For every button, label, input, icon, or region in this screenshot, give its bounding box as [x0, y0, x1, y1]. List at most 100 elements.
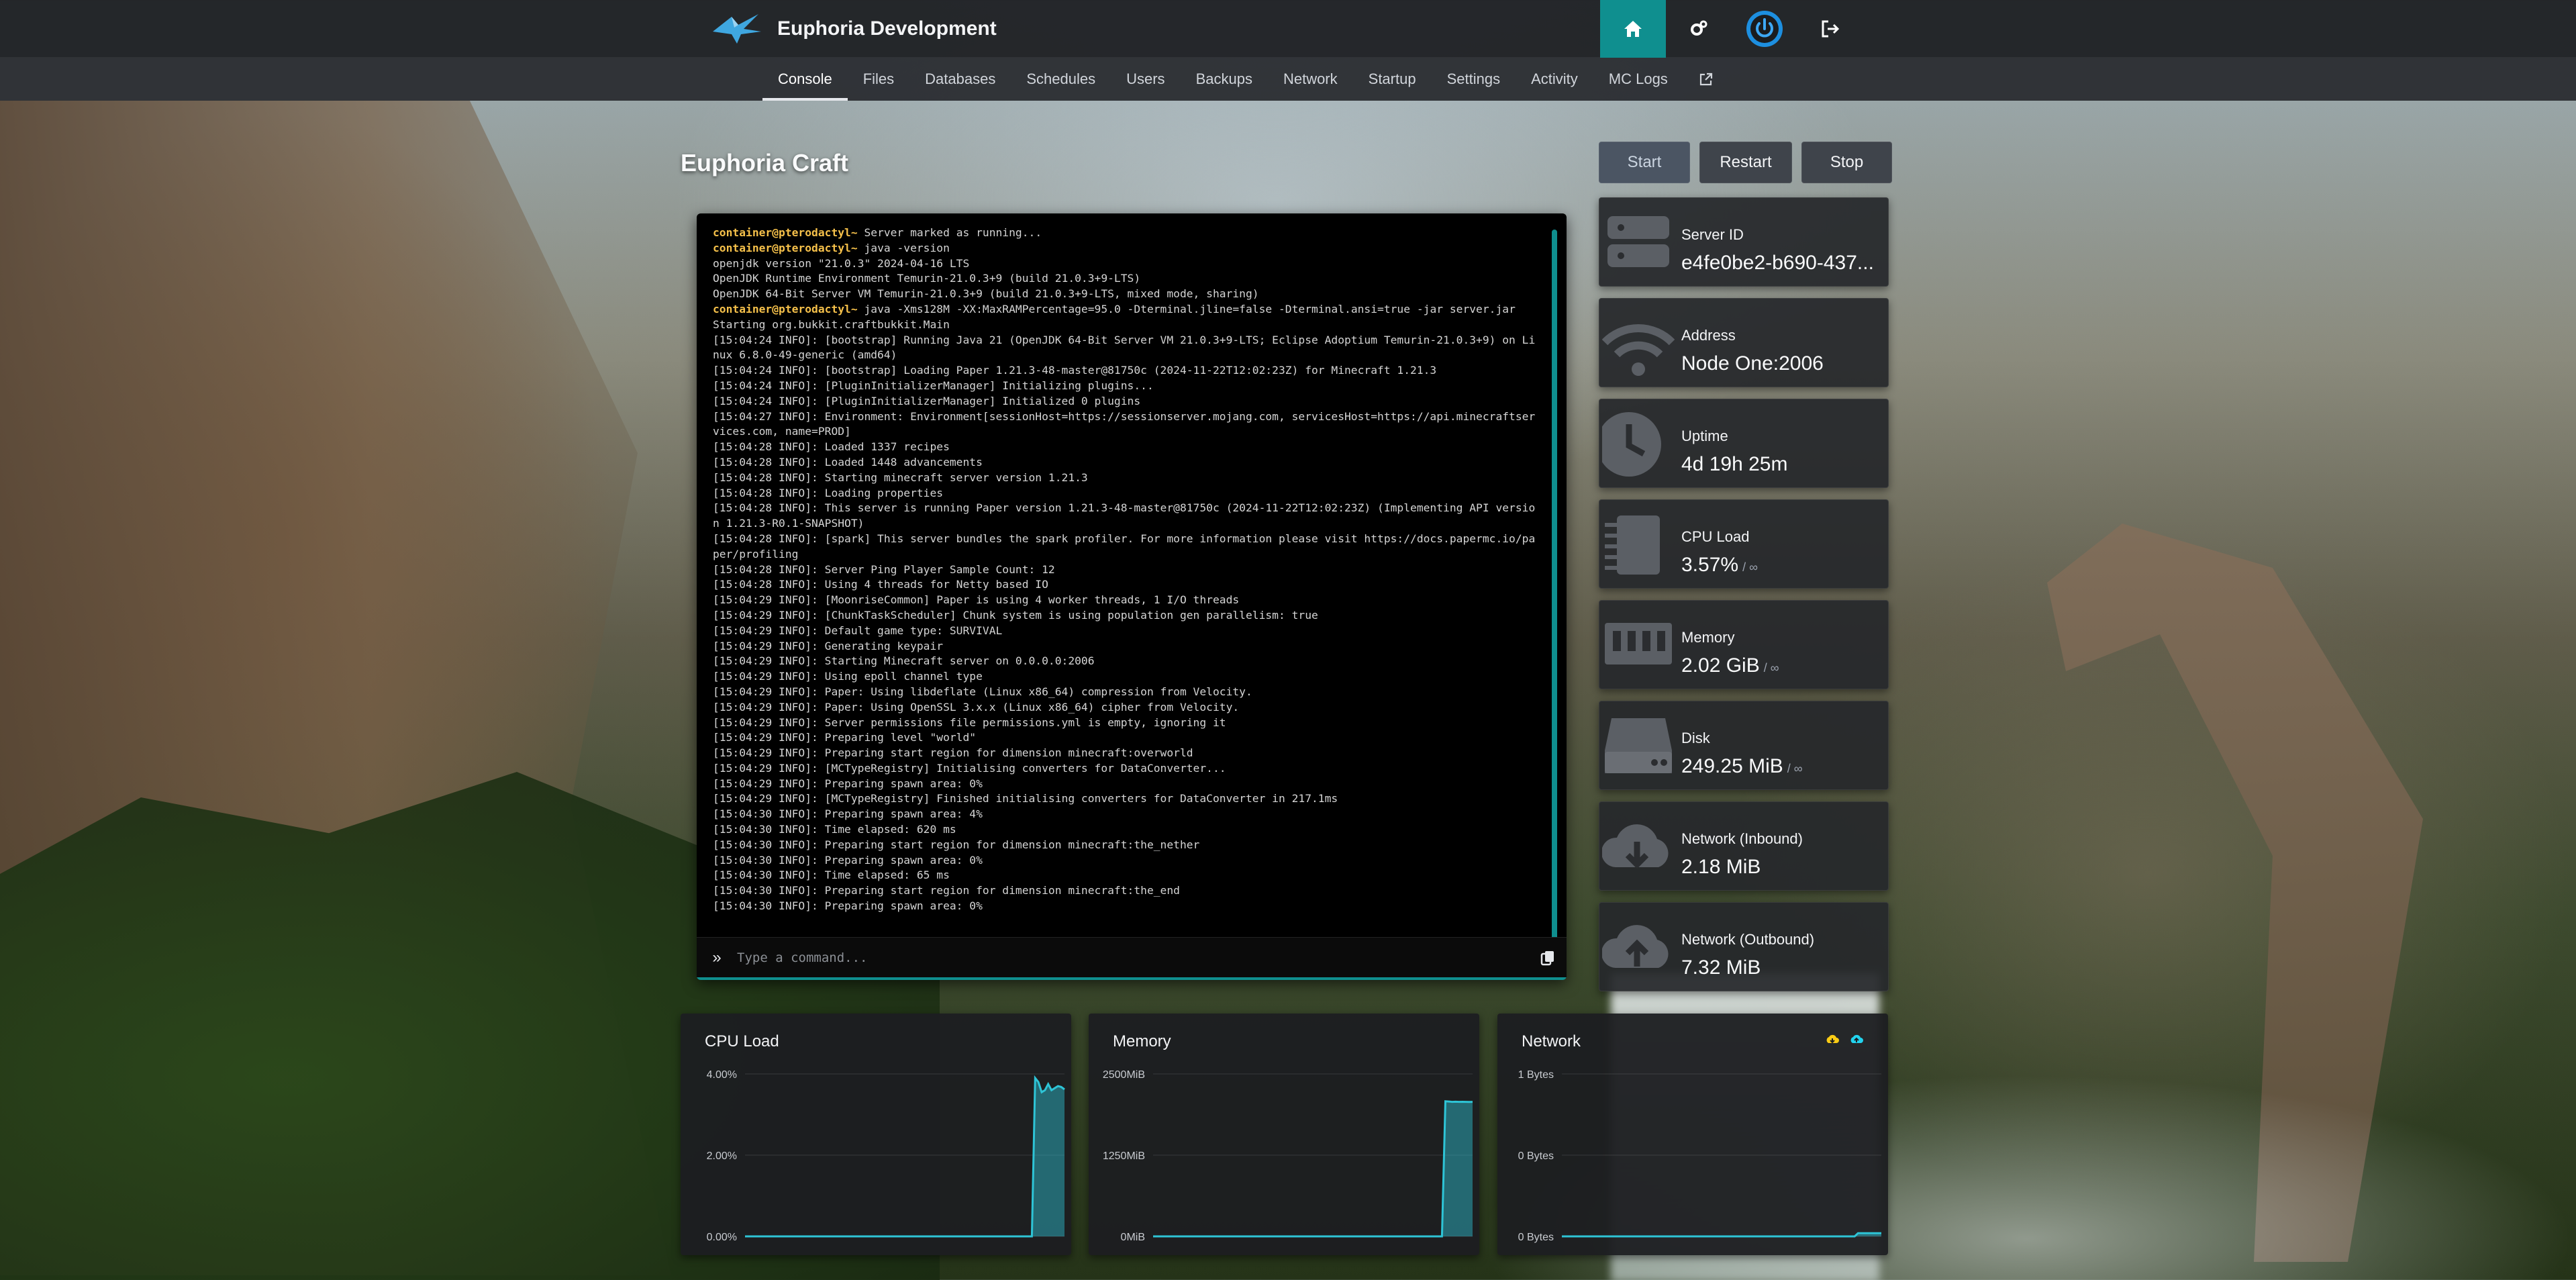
stat-limit: / ∞: [1742, 560, 1758, 574]
console: container@pterodactyl~ Server marked as …: [697, 213, 1567, 980]
console-line: [15:04:28 INFO]: This server is running …: [713, 501, 1538, 532]
stat-icon-wrap: [1599, 399, 1677, 487]
console-text: [15:04:28 INFO]: Loading properties: [713, 486, 944, 499]
stat-card-disk[interactable]: Disk 249.25 MiB / ∞: [1599, 701, 1889, 790]
console-scrollbar[interactable]: [1552, 230, 1557, 961]
stat-card-server-id[interactable]: Server ID e4fe0be2-b690-437...: [1599, 197, 1889, 287]
microchip-icon: [1604, 515, 1660, 575]
console-text: [15:04:29 INFO]: Server permissions file…: [713, 716, 1226, 729]
console-line: [15:04:30 INFO]: Time elapsed: 65 ms: [713, 868, 1538, 883]
console-line: [15:04:30 INFO]: Preparing spawn area: 0…: [713, 899, 1538, 914]
stat-value-text: 7.32 MiB: [1681, 956, 1761, 979]
console-text: [15:04:28 INFO]: Loaded 1337 recipes: [713, 440, 950, 454]
tab-users[interactable]: Users: [1111, 58, 1180, 101]
tab-databases[interactable]: Databases: [909, 58, 1011, 101]
console-line: [15:04:29 INFO]: Paper: Using OpenSSL 3.…: [713, 700, 1538, 716]
server-subnav: Console Files Databases Schedules Users Backu…: [0, 58, 2576, 101]
console-prompt: container@pterodactyl~: [713, 302, 858, 315]
series-line: [1562, 1232, 1881, 1238]
admin-button[interactable]: [1666, 0, 1732, 58]
console-text: [15:04:24 INFO]: [PluginInitializerManag…: [713, 379, 1154, 392]
console-line: OpenJDK Runtime Environment Temurin-21.0…: [713, 271, 1538, 287]
stat-card-address[interactable]: Address Node One:2006: [1599, 298, 1889, 387]
console-text: [15:04:29 INFO]: Preparing level "world": [713, 731, 977, 744]
console-line: [15:04:30 INFO]: Time elapsed: 620 ms: [713, 822, 1538, 838]
tab-backups[interactable]: Backups: [1181, 58, 1268, 101]
console-text: java -Xms128M -XX:MaxRAMPercentage=95.0 …: [857, 302, 1516, 315]
stat-label: Network (Outbound): [1681, 931, 1815, 948]
tab-network[interactable]: Network: [1268, 58, 1353, 101]
tab-files[interactable]: Files: [848, 58, 909, 101]
console-line: [15:04:29 INFO]: Using epoll channel typ…: [713, 669, 1538, 685]
console-text: [15:04:30 INFO]: Preparing spawn area: 0…: [713, 899, 983, 913]
external-link-button[interactable]: [1683, 58, 1729, 101]
stat-label: Uptime: [1681, 428, 1728, 444]
top-icon-bar: [1600, 0, 1863, 58]
server-name: Euphoria Craft: [681, 149, 849, 177]
stat-card-net-out[interactable]: Network (Outbound) 7.32 MiB: [1599, 902, 1889, 991]
tab-console[interactable]: Console: [762, 58, 848, 101]
stat-card-net-in[interactable]: Network (Inbound) 2.18 MiB: [1599, 801, 1889, 891]
network-graph: Network 1 Bytes 0 Bytes 0 Bytes: [1497, 1014, 1888, 1255]
console-input-bar: »: [697, 937, 1567, 977]
y-tick-label: 2500MiB: [1103, 1069, 1145, 1081]
tab-mc-logs[interactable]: MC Logs: [1593, 58, 1683, 101]
memory-graph: Memory 2500MiB 1250MiB 0MiB: [1089, 1014, 1479, 1255]
y-tick-label: 4.00%: [707, 1069, 737, 1081]
series-area: [745, 1078, 1064, 1236]
console-text: [15:04:29 INFO]: Generating keypair: [713, 639, 944, 652]
logout-button[interactable]: [1797, 0, 1863, 58]
console-text: [15:04:30 INFO]: Preparing spawn area: 4…: [713, 807, 983, 821]
home-button[interactable]: [1600, 0, 1666, 58]
server-stats: Server ID e4fe0be2-b690-437... Address Node…: [1599, 197, 1889, 1003]
series-line: [745, 1075, 1065, 1238]
console-text: openjdk version "21.0.3" 2024-04-16 LTS: [713, 256, 970, 270]
server-icon: [1607, 215, 1669, 267]
y-tick-label: 1 Bytes: [1518, 1069, 1554, 1081]
stat-value-text: 3.57%: [1681, 554, 1739, 576]
stat-limit: / ∞: [1763, 661, 1779, 675]
console-line: [15:04:29 INFO]: Preparing level "world": [713, 730, 1538, 746]
command-input[interactable]: [737, 950, 1529, 965]
cloud-download-icon: [1601, 824, 1669, 869]
brand[interactable]: Euphoria Development: [711, 7, 997, 51]
stat-value: e4fe0be2-b690-437...: [1681, 252, 1874, 275]
tab-activity[interactable]: Activity: [1516, 58, 1593, 101]
wifi-icon: [1601, 324, 1675, 376]
copy-button[interactable]: [1529, 950, 1567, 966]
stop-button[interactable]: Stop: [1801, 142, 1892, 183]
top-bar: Euphoria Development: [0, 0, 2576, 58]
console-text: [15:04:29 INFO]: [ChunkTaskScheduler] Ch…: [713, 608, 1318, 622]
account-button[interactable]: [1732, 0, 1797, 58]
console-text: [15:04:30 INFO]: Preparing spawn area: 0…: [713, 853, 983, 867]
series-area: [1153, 1101, 1473, 1236]
tab-startup[interactable]: Startup: [1353, 58, 1432, 101]
restart-button[interactable]: Restart: [1699, 142, 1792, 183]
tab-schedules[interactable]: Schedules: [1011, 58, 1111, 101]
console-text: [15:04:29 INFO]: [MCTypeRegistry] Finish…: [713, 792, 1338, 805]
console-line: [15:04:30 INFO]: Preparing start region …: [713, 838, 1538, 853]
stat-value: 249.25 MiB / ∞: [1681, 755, 1803, 778]
console-line: [15:04:28 INFO]: Server Ping Player Samp…: [713, 562, 1538, 578]
stat-value: Node One:2006: [1681, 352, 1824, 375]
hdd-icon: [1604, 718, 1672, 773]
start-button[interactable]: Start: [1599, 142, 1690, 183]
y-tick-label: 1250MiB: [1103, 1150, 1145, 1162]
stat-value-text: 4d 19h 25m: [1681, 453, 1788, 475]
copy-icon: [1540, 950, 1554, 965]
stat-label: Address: [1681, 327, 1736, 344]
logout-icon: [1822, 20, 1840, 38]
console-line: [15:04:29 INFO]: [MCTypeRegistry] Initia…: [713, 761, 1538, 777]
stat-card-memory[interactable]: Memory 2.02 GiB / ∞: [1599, 600, 1889, 689]
tab-settings[interactable]: Settings: [1432, 58, 1516, 101]
stat-card-cpu[interactable]: CPU Load 3.57% / ∞: [1599, 499, 1889, 589]
console-output[interactable]: container@pterodactyl~ Server marked as …: [713, 226, 1538, 950]
console-text: [15:04:29 INFO]: [MoonriseCommon] Paper …: [713, 593, 1240, 607]
brand-name: Euphoria Development: [777, 17, 997, 40]
stat-card-uptime[interactable]: Uptime 4d 19h 25m: [1599, 399, 1889, 488]
console-line: [15:04:28 INFO]: Loading properties: [713, 486, 1538, 501]
console-line: [15:04:29 INFO]: Default game type: SURV…: [713, 624, 1538, 639]
stat-label: Disk: [1681, 730, 1710, 746]
console-line: [15:04:30 INFO]: Preparing spawn area: 0…: [713, 853, 1538, 869]
stat-value: 4d 19h 25m: [1681, 453, 1787, 476]
